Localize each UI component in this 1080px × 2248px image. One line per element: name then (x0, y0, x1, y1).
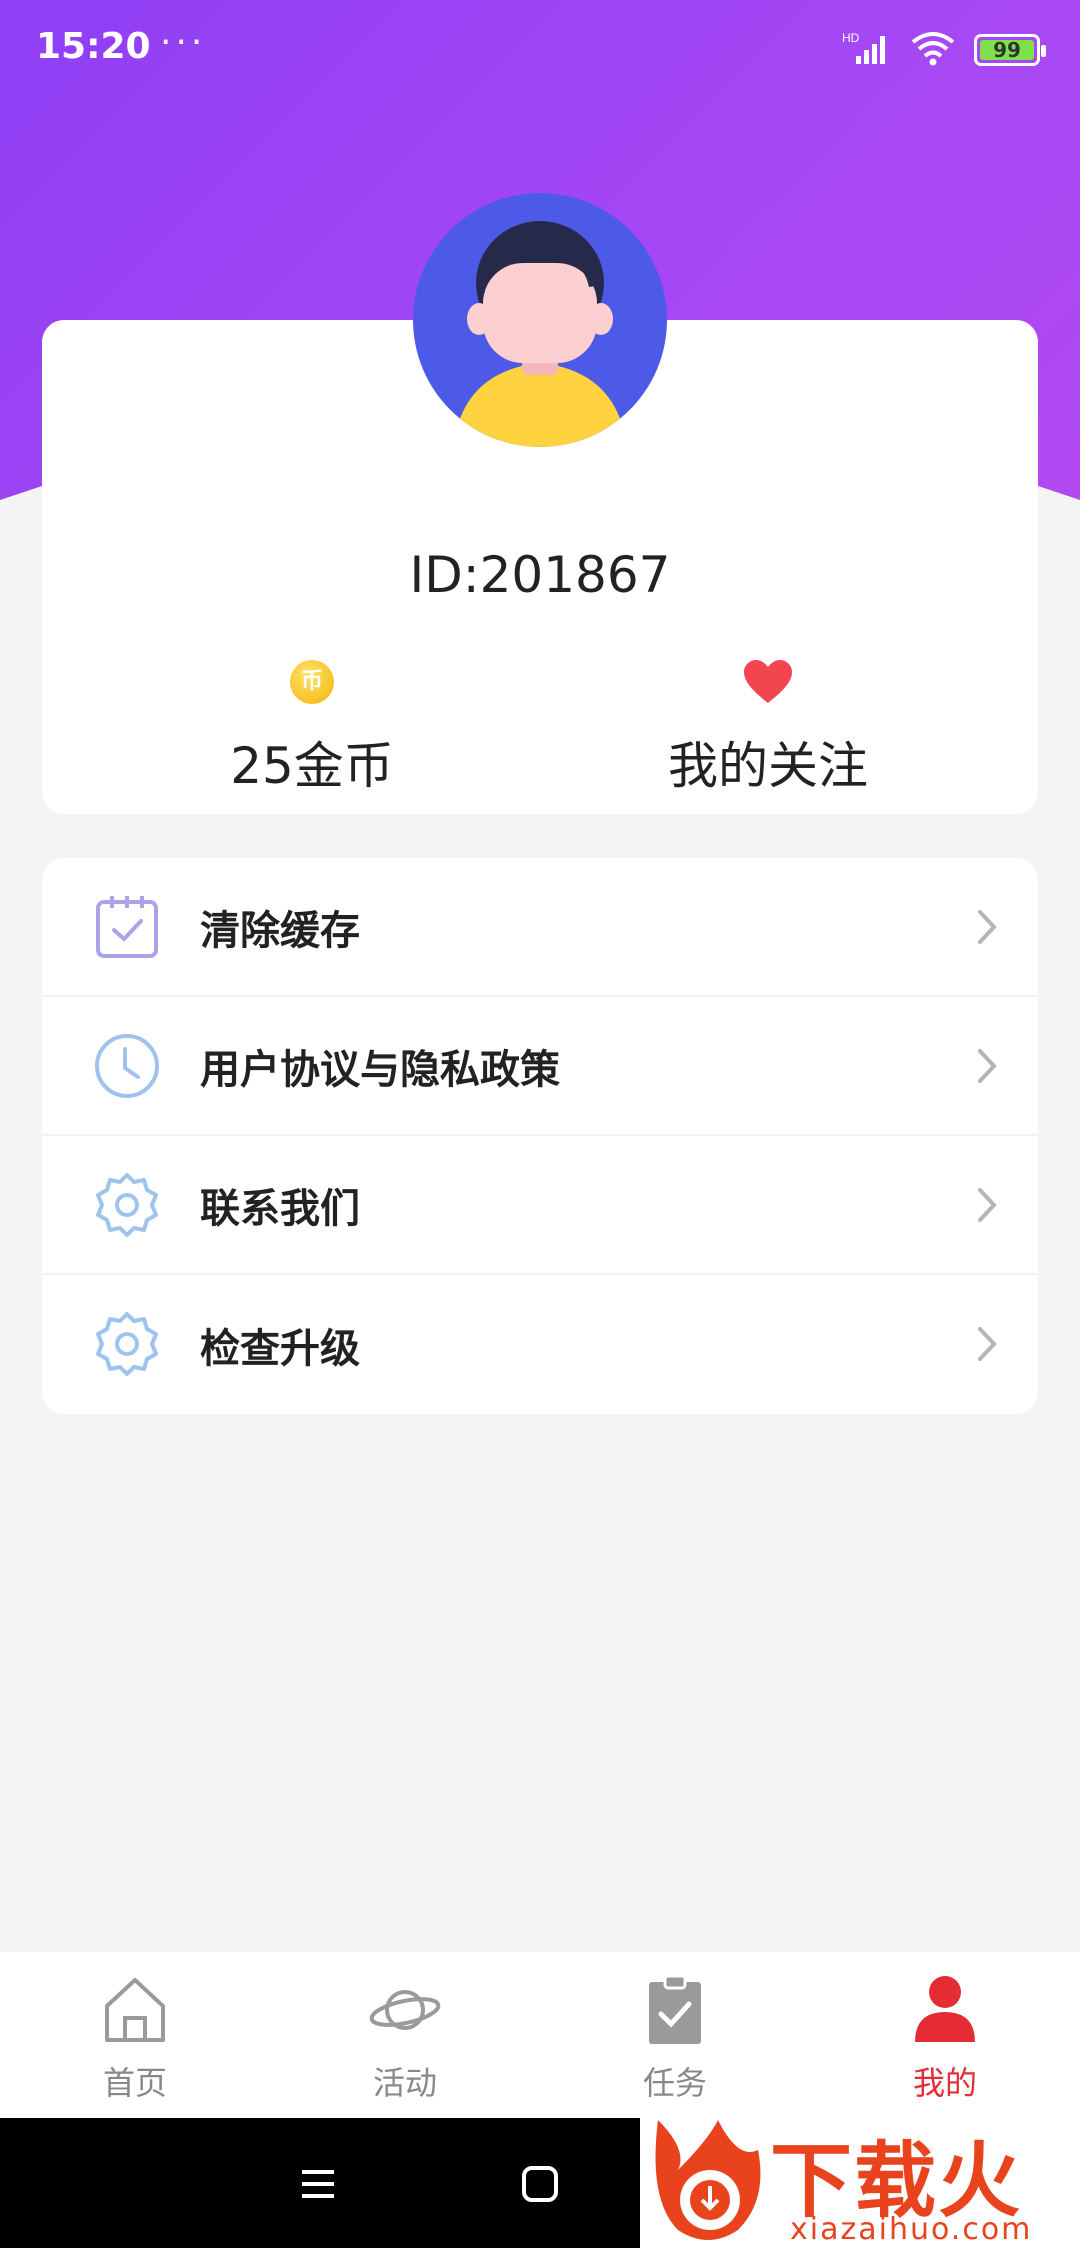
home-icon (97, 1972, 173, 2048)
settings-menu: 清除缓存 用户协议与隐私政策 联系我们 检查升级 (42, 858, 1038, 1414)
coins-label: 25金币 (230, 737, 394, 795)
coins-stat[interactable]: 币 25金币 (102, 660, 522, 798)
flame-logo-icon (648, 2120, 768, 2248)
watermark: 下载火 xiazaihuo.com (640, 2112, 1080, 2248)
svg-text:HD: HD (842, 31, 860, 45)
watermark-url: xiazaihuo.com (790, 2212, 1033, 2247)
menu-item-label: 联系我们 (200, 1185, 360, 1232)
menu-item-contact-us[interactable]: 联系我们 (42, 1136, 1038, 1275)
chevron-right-icon (972, 1182, 1002, 1228)
menu-icon[interactable] (290, 2156, 346, 2212)
tab-label: 任务 (642, 2064, 707, 2102)
menu-item-label: 检查升级 (200, 1325, 360, 1372)
menu-item-label: 清除缓存 (200, 907, 360, 954)
user-id: ID:201867 (409, 546, 671, 604)
coin-icon: 币 (290, 660, 334, 704)
menu-item-clear-cache[interactable]: 清除缓存 (42, 858, 1038, 997)
tab-home[interactable]: 首页 (0, 1952, 270, 2118)
avatar[interactable] (413, 193, 667, 447)
gear-icon (92, 1309, 162, 1379)
chevron-right-icon (972, 904, 1002, 950)
menu-item-label: 用户协议与隐私政策 (200, 1046, 560, 1093)
user-icon (907, 1972, 983, 2048)
clipboard-check-icon (637, 1972, 713, 2048)
status-time: 15:20 (36, 26, 151, 67)
home-square-icon[interactable] (512, 2156, 568, 2212)
battery-icon: 99 (974, 34, 1046, 66)
signal-icon: HD (842, 30, 892, 70)
menu-item-privacy-policy[interactable]: 用户协议与隐私政策 (42, 997, 1038, 1136)
clock-icon (92, 1031, 162, 1101)
status-icons: HD 99 (842, 30, 1046, 70)
my-follows-stat[interactable]: 我的关注 (558, 660, 978, 798)
calendar-check-icon (92, 892, 162, 962)
heart-icon (743, 660, 793, 704)
tab-label: 首页 (102, 2064, 167, 2102)
tab-activity[interactable]: 活动 (270, 1952, 540, 2118)
status-bar: 15:20 ··· HD 99 (0, 0, 1080, 100)
bottom-tab-bar: 首页 活动 任务 我的 (0, 1952, 1080, 2118)
tab-label: 活动 (372, 2064, 437, 2102)
tab-mine[interactable]: 我的 (810, 1952, 1080, 2118)
tab-tasks[interactable]: 任务 (540, 1952, 810, 2118)
menu-item-check-update[interactable]: 检查升级 (42, 1275, 1038, 1414)
tab-label: 我的 (912, 2064, 977, 2102)
planet-icon (367, 1972, 443, 2048)
battery-level: 99 (993, 38, 1021, 62)
gear-icon (92, 1170, 162, 1240)
status-more-dots: ··· (160, 22, 207, 63)
chevron-right-icon (972, 1043, 1002, 1089)
my-follows-label: 我的关注 (668, 737, 868, 795)
chevron-right-icon (972, 1321, 1002, 1367)
wifi-icon (910, 30, 956, 70)
